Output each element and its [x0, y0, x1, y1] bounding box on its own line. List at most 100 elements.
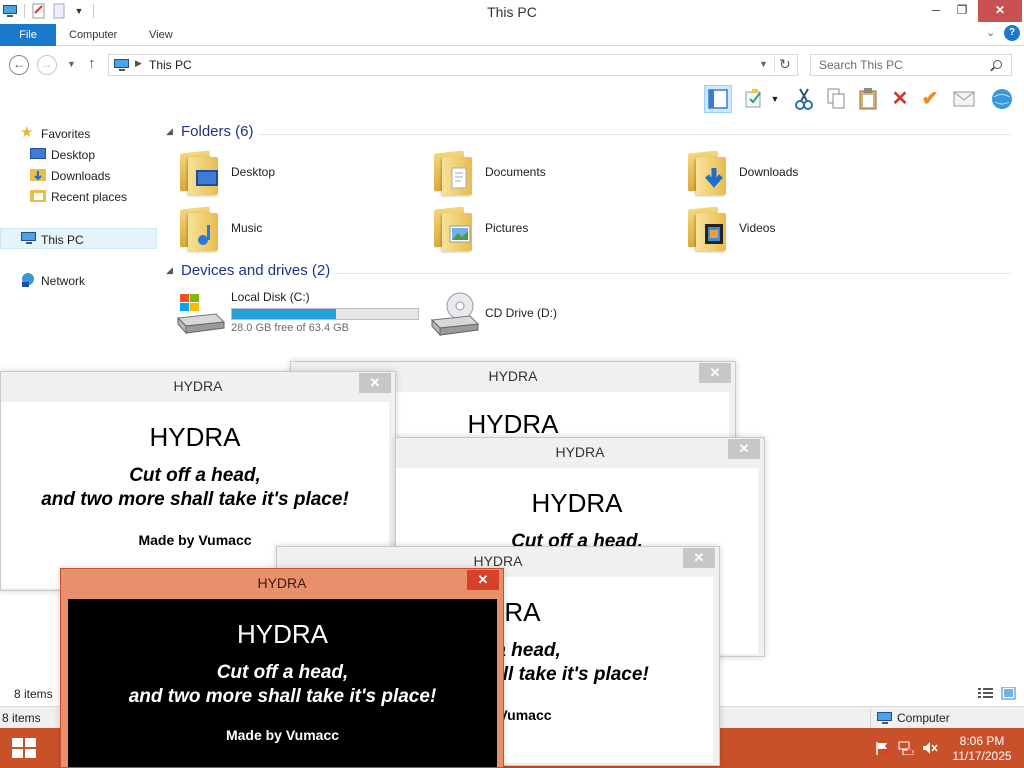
- folder-downloads-icon: [686, 150, 728, 196]
- breadcrumb[interactable]: This PC: [149, 58, 192, 72]
- address-bar[interactable]: ▶ This PC ▼ ↻: [108, 54, 798, 76]
- cd-drive-icon: [430, 292, 480, 339]
- copy-icon[interactable]: [822, 85, 850, 113]
- sidebar-item-downloads[interactable]: Downloads: [0, 165, 157, 186]
- folder-label: Videos: [739, 221, 776, 235]
- dialog-tagline-2: and two more shall take it's place!: [41, 489, 349, 510]
- volume-muted-icon[interactable]: [922, 741, 938, 755]
- folder-item-desktop[interactable]: Desktop: [166, 148, 406, 200]
- back-button[interactable]: ←: [9, 55, 29, 75]
- sidebar-item-label: Recent places: [51, 190, 128, 204]
- tab-computer[interactable]: Computer: [69, 24, 117, 46]
- sidebar-item-recent-places[interactable]: Recent places: [0, 186, 157, 207]
- dialog-close-button[interactable]: ✕: [467, 570, 499, 590]
- breadcrumb-separator-icon[interactable]: ▶: [135, 58, 142, 69]
- tab-view[interactable]: View: [149, 24, 173, 46]
- quick-access-toolbar: ▼: [2, 3, 96, 19]
- computer-icon: [113, 58, 131, 76]
- collapse-arrow-icon[interactable]: ◢: [166, 126, 173, 137]
- sidebar-item-this-pc[interactable]: This PC: [0, 228, 157, 249]
- minimize-button[interactable]: ─: [922, 0, 950, 22]
- dialog-credit: Made by Vumacc: [225, 727, 340, 743]
- properties-icon[interactable]: [31, 3, 47, 19]
- folder-item-videos[interactable]: Videos: [674, 204, 914, 256]
- network-tray-icon[interactable]: [898, 741, 914, 756]
- email-icon[interactable]: [950, 85, 978, 113]
- dialog-heading: HYDRA: [531, 488, 623, 518]
- help-icon[interactable]: ?: [1004, 25, 1020, 41]
- dialog-close-button[interactable]: ✕: [359, 373, 391, 393]
- large-icons-view-icon[interactable]: [1001, 686, 1016, 700]
- separator: [870, 709, 871, 727]
- drive-item-local-disk[interactable]: Local Disk (C:) 28.0 GB free of 63.4 GB: [166, 288, 426, 336]
- dialog-tagline-1: Cut off a head,: [216, 662, 349, 683]
- search-input[interactable]: Search This PC: [810, 54, 1012, 76]
- sidebar-item-favorites[interactable]: ★ Favorites: [0, 123, 157, 144]
- tab-file[interactable]: File: [0, 24, 56, 46]
- dialog-tagline-1: Cut off a head,: [129, 465, 261, 486]
- maximize-button[interactable]: ❐: [948, 0, 976, 22]
- folders-group-header[interactable]: ◢ Folders (6): [166, 123, 1016, 143]
- drive-label: CD Drive (D:): [485, 306, 557, 320]
- devices-group-header[interactable]: ◢ Devices and drives (2): [166, 262, 1016, 282]
- drive-item-cd-drive[interactable]: CD Drive (D:): [420, 288, 620, 339]
- layout-pane-icon[interactable]: [704, 85, 732, 113]
- folder-label: Pictures: [485, 221, 529, 235]
- start-button[interactable]: [8, 736, 38, 760]
- folder-label: Music: [231, 221, 263, 235]
- cut-icon[interactable]: [790, 85, 818, 113]
- globe-icon[interactable]: [988, 85, 1016, 113]
- group-title: Folders (6): [181, 123, 254, 140]
- dialog-close-button[interactable]: ✕: [699, 363, 731, 383]
- clock-time: 8:06 PM: [959, 734, 1005, 748]
- separator: [24, 4, 25, 18]
- windows-logo-icon: [12, 738, 36, 758]
- recent-locations-dropdown-icon[interactable]: ▼: [67, 59, 76, 69]
- search-icon[interactable]: [993, 60, 1002, 69]
- up-button[interactable]: ↑: [88, 55, 96, 72]
- properties-check-icon[interactable]: [742, 85, 770, 113]
- collapse-arrow-icon[interactable]: ◢: [166, 265, 173, 276]
- paste-icon[interactable]: [854, 85, 882, 113]
- folder-desktop-icon: [178, 150, 220, 196]
- folder-label: Downloads: [739, 165, 799, 179]
- close-button[interactable]: ✕: [978, 0, 1022, 22]
- system-clock[interactable]: 8:06 PM 11/17/2025: [950, 734, 1014, 764]
- computer-icon[interactable]: [2, 3, 18, 19]
- folder-item-pictures[interactable]: Pictures: [420, 204, 660, 256]
- location-label: Computer: [897, 711, 950, 725]
- group-title: Devices and drives (2): [181, 262, 331, 279]
- hard-drive-icon: [176, 292, 226, 337]
- divider: [258, 134, 1010, 135]
- folder-item-music[interactable]: Music: [166, 204, 406, 256]
- rename-check-icon[interactable]: ✔: [916, 85, 944, 113]
- dialog-heading: HYDRA: [236, 619, 328, 649]
- address-row: ← → ▼ ↑ ▶ This PC ▼ ↻ Search This PC: [0, 47, 1024, 83]
- address-dropdown-icon[interactable]: ▼: [759, 59, 768, 69]
- forward-button[interactable]: →: [37, 55, 57, 75]
- dialog-close-button[interactable]: ✕: [728, 439, 760, 459]
- network-icon: [20, 273, 36, 287]
- delete-icon[interactable]: ✕: [886, 85, 914, 113]
- sidebar-item-label: Network: [41, 274, 86, 288]
- drive-usage-fill: [232, 309, 337, 319]
- action-center-flag-icon[interactable]: [874, 741, 890, 756]
- separator: [774, 57, 775, 73]
- folder-item-documents[interactable]: Documents: [420, 148, 660, 200]
- dialog-title: HYDRA: [173, 378, 223, 394]
- ribbon-tabs: File Computer View ⌄ ?: [0, 24, 1024, 46]
- folder-item-downloads[interactable]: Downloads: [674, 148, 914, 200]
- details-view-icon[interactable]: [978, 688, 993, 698]
- search-placeholder: Search This PC: [819, 58, 903, 72]
- new-folder-icon[interactable]: [51, 3, 67, 19]
- properties-dropdown-icon[interactable]: ▼: [768, 85, 782, 113]
- sidebar-item-desktop[interactable]: Desktop: [0, 144, 157, 165]
- dialog-close-button[interactable]: ✕: [683, 548, 715, 568]
- expand-ribbon-icon[interactable]: ⌄: [986, 26, 995, 39]
- hydra-dialog-active[interactable]: HYDRA ✕ HYDRA Cut off a head, and two mo…: [60, 568, 504, 768]
- command-toolbar: ▼ ✕ ✔: [0, 83, 1024, 115]
- refresh-icon[interactable]: ↻: [779, 56, 791, 73]
- customize-dropdown-icon[interactable]: ▼: [71, 3, 87, 19]
- sidebar-item-network[interactable]: Network: [0, 270, 157, 291]
- view-mode-icons: [978, 686, 1018, 704]
